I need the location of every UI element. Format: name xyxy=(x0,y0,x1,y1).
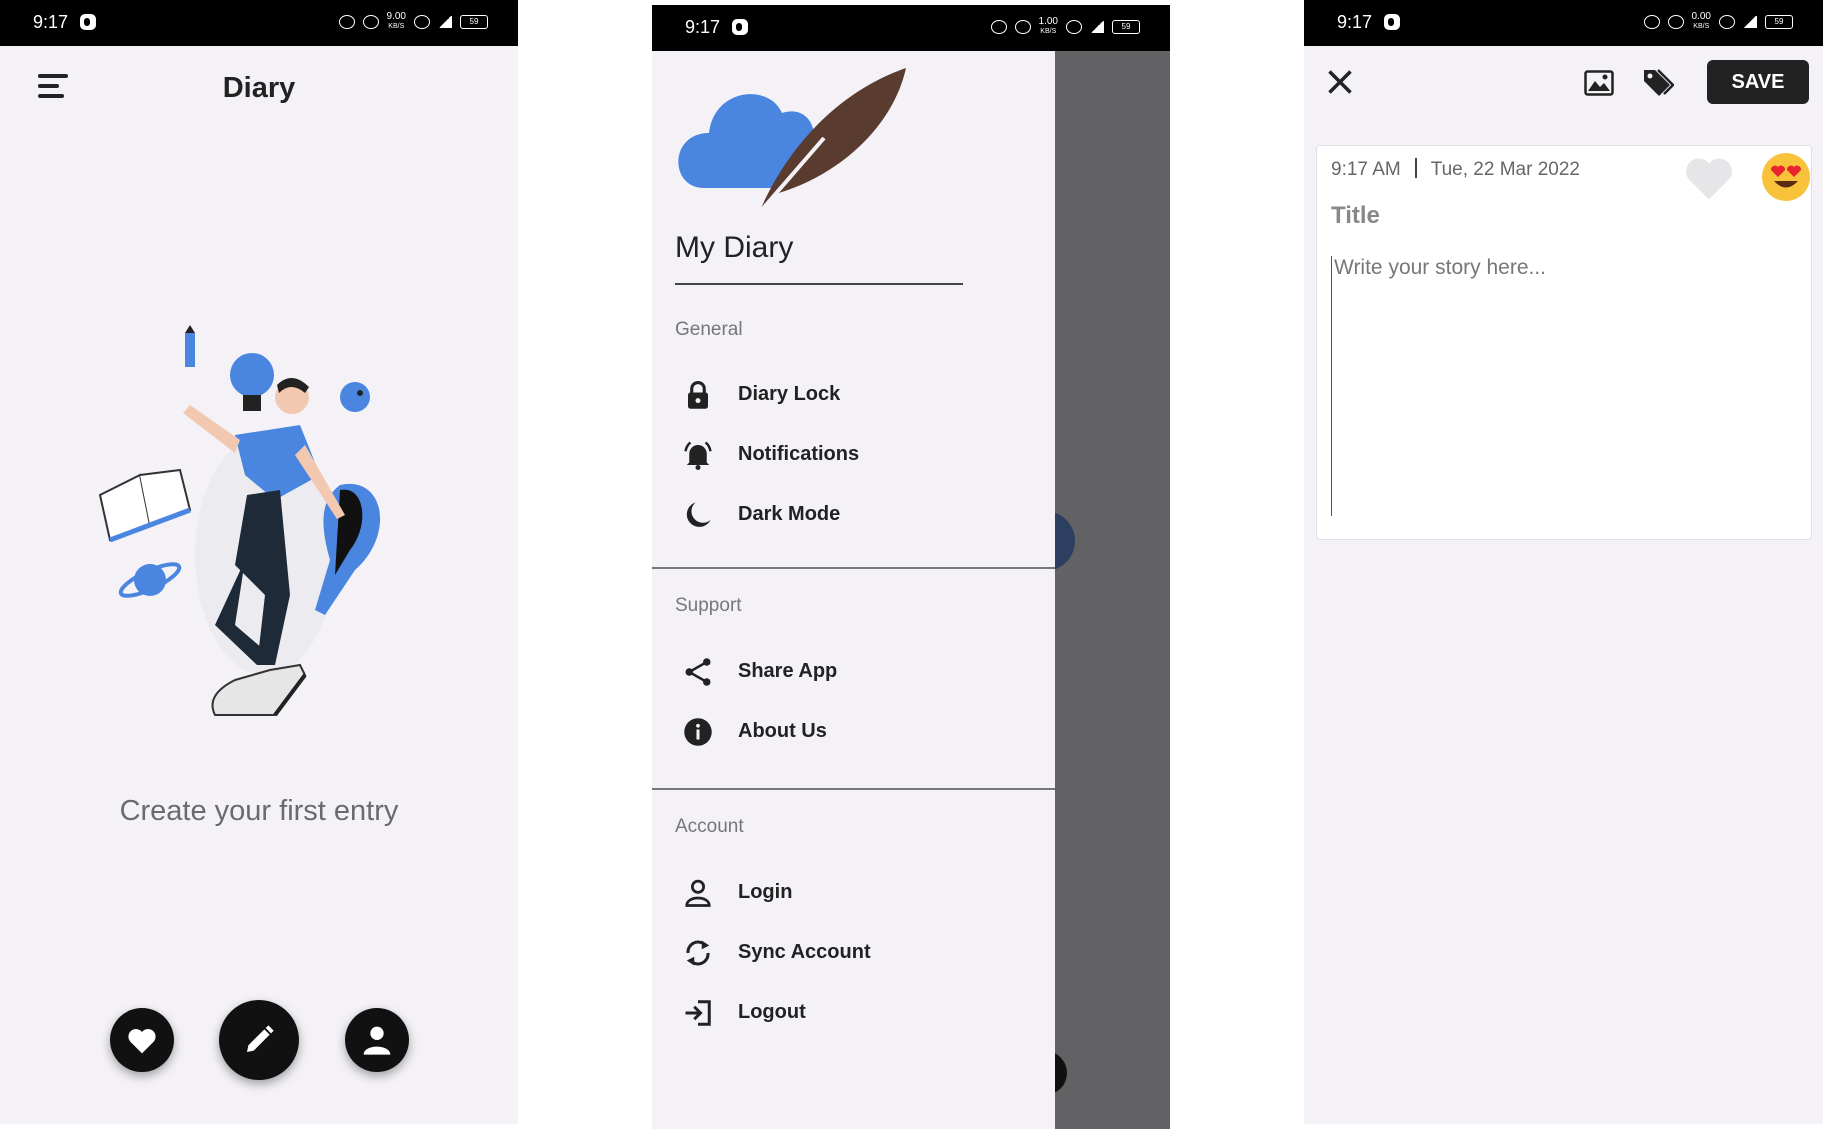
datetime-separator xyxy=(1414,158,1417,178)
status-icons: 1.00 KB/S 59 xyxy=(990,16,1140,36)
drawer-scrim[interactable] xyxy=(1045,51,1170,1129)
section-general: General xyxy=(675,319,743,340)
signal-icon xyxy=(1743,15,1757,28)
app-notification-icon xyxy=(732,19,748,35)
title-underline xyxy=(675,283,963,285)
status-bar: 9:17 9.00 KB/S 59 xyxy=(0,0,518,46)
save-button[interactable]: SAVE xyxy=(1707,60,1809,104)
share-icon xyxy=(685,658,711,686)
alarm-icon xyxy=(338,14,355,29)
navigation-drawer: My Diary General Diary Lock Notification… xyxy=(652,51,1055,1129)
vibrate-icon xyxy=(1014,19,1031,34)
status-bar: 9:17 0.00 KB/S 59 xyxy=(1304,0,1823,46)
menu-item-logout[interactable]: Logout xyxy=(652,982,1055,1042)
status-time: 9:17 xyxy=(33,12,69,32)
status-time: 9:17 xyxy=(685,17,721,37)
menu-item-login[interactable]: Login xyxy=(652,862,1055,922)
home-screen: 9:17 9.00 KB/S 59 Diary Create your firs… xyxy=(0,0,518,1124)
menu-item-dark-mode[interactable]: Dark Mode xyxy=(652,484,1055,544)
network-speed: 9.00 KB/S xyxy=(386,11,406,31)
page-title: Diary xyxy=(222,72,296,104)
alarm-icon xyxy=(1643,14,1660,29)
image-icon[interactable] xyxy=(1584,70,1614,96)
menu-item-label: Dark Mode xyxy=(738,503,841,525)
status-bar: 9:17 1.00 KB/S 59 xyxy=(652,5,1170,51)
battery-icon: 59 xyxy=(1765,14,1793,29)
editor-screen: 9:17 0.00 KB/S 59 SAVE 9:17 AM Tue, 22 Mar… xyxy=(1304,0,1823,1124)
info-icon xyxy=(684,718,712,746)
menu-item-label: Diary Lock xyxy=(738,383,841,405)
moon-icon xyxy=(686,502,711,527)
drawer-screen: 9:17 1.00 KB/S 59 My Diary General Diary… xyxy=(652,5,1170,1129)
app-logo xyxy=(678,68,906,215)
person-icon xyxy=(685,879,711,907)
battery-icon: 59 xyxy=(1112,19,1140,34)
profile-button[interactable] xyxy=(345,1008,409,1072)
empty-state-illustration xyxy=(98,325,381,717)
menu-item-diary-lock[interactable]: Diary Lock xyxy=(652,364,1055,424)
empty-state-message: Create your first entry xyxy=(119,795,399,827)
bell-icon xyxy=(684,441,712,470)
story-field[interactable] xyxy=(1331,256,1791,516)
menu-item-about-us[interactable]: About Us xyxy=(652,701,1055,761)
section-support: Support xyxy=(675,595,742,616)
user-icon xyxy=(363,1026,391,1055)
vibrate-icon xyxy=(362,14,379,29)
battery-icon: 59 xyxy=(460,14,488,29)
favorites-button[interactable] xyxy=(110,1008,174,1072)
status-time: 9:17 xyxy=(1337,12,1373,32)
menu-item-label: Login xyxy=(738,881,793,903)
close-icon[interactable] xyxy=(1326,68,1354,96)
section-divider xyxy=(652,788,1055,790)
lock-icon xyxy=(688,380,708,409)
new-entry-button[interactable] xyxy=(219,1000,299,1080)
entry-datetime[interactable]: 9:17 AM Tue, 22 Mar 2022 xyxy=(1331,158,1580,181)
logout-icon xyxy=(685,1000,711,1026)
alarm-icon xyxy=(990,19,1007,34)
heart-icon xyxy=(128,1029,156,1054)
section-account: Account xyxy=(675,816,744,837)
entry-date: Tue, 22 Mar 2022 xyxy=(1430,159,1580,180)
heart-icon[interactable] xyxy=(1682,152,1736,202)
vibrate-icon xyxy=(1667,14,1684,29)
network-speed: 0.00 KB/S xyxy=(1691,11,1711,31)
menu-item-label: Sync Account xyxy=(738,941,871,963)
menu-item-label: Notifications xyxy=(738,443,860,465)
section-divider xyxy=(652,567,1055,569)
network-speed: 1.00 KB/S xyxy=(1038,16,1058,36)
pencil-icon xyxy=(247,1025,274,1052)
menu-item-label: Share App xyxy=(738,660,838,682)
mood-emoji-icon[interactable] xyxy=(1761,152,1811,202)
entry-time: 9:17 AM xyxy=(1331,159,1401,180)
wifi-icon xyxy=(414,14,430,29)
signal-icon xyxy=(1090,20,1104,33)
menu-item-share-app[interactable]: Share App xyxy=(652,641,1055,701)
app-notification-icon xyxy=(80,14,96,30)
menu-item-notifications[interactable]: Notifications xyxy=(652,424,1055,484)
tag-icon[interactable] xyxy=(1642,66,1674,98)
title-field[interactable] xyxy=(1331,202,1661,230)
menu-item-label: Logout xyxy=(738,1001,806,1023)
entry-card: 9:17 AM Tue, 22 Mar 2022 xyxy=(1316,145,1812,540)
app-notification-icon xyxy=(1384,14,1400,30)
status-icons: 9.00 KB/S 59 xyxy=(338,11,488,31)
menu-item-sync-account[interactable]: Sync Account xyxy=(652,922,1055,982)
drawer-app-name: My Diary xyxy=(675,231,794,264)
wifi-icon xyxy=(1066,19,1082,34)
wifi-icon xyxy=(1719,14,1735,29)
sync-icon xyxy=(686,940,710,966)
menu-item-label: About Us xyxy=(738,720,827,742)
signal-icon xyxy=(438,15,452,28)
status-icons: 0.00 KB/S 59 xyxy=(1643,11,1793,31)
